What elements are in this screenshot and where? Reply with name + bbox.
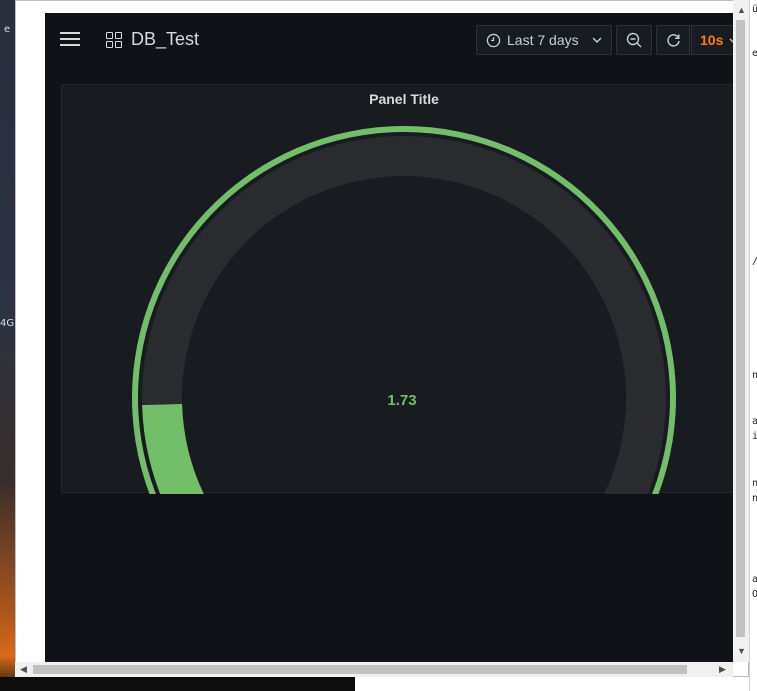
scroll-right-arrow-icon[interactable]: ▶	[719, 664, 726, 674]
editor-text-fragment: i	[752, 431, 757, 442]
gauge-value-arc	[142, 404, 204, 494]
editor-text-fragment: er	[752, 48, 757, 59]
editor-text-fragment: n	[752, 478, 757, 489]
chevron-down-icon	[592, 37, 602, 43]
refresh-icon	[667, 34, 680, 47]
gauge-panel[interactable]: Panel Title 1.73	[61, 84, 733, 494]
desktop-background: e 4G	[0, 0, 15, 691]
desktop-text-fragment: e	[4, 24, 11, 35]
dashboard-viewport: DB_Test Last 7 days 10s Panel Title 1.73	[45, 13, 733, 662]
hamburger-menu-icon[interactable]	[60, 32, 80, 48]
editor-text-fragment: ü	[752, 4, 757, 15]
vertical-scroll-thumb[interactable]	[736, 20, 745, 637]
editor-text-fragment: /	[752, 256, 757, 267]
editor-text-fragment: n	[752, 493, 757, 504]
desktop-text-fragment: 4G	[0, 318, 15, 329]
scroll-up-arrow-icon[interactable]: ▲	[737, 5, 746, 15]
gauge-chart	[132, 126, 676, 494]
editor-text-fragment: n	[752, 370, 757, 381]
clock-icon	[486, 33, 501, 48]
background-editor-window: ü er / n a i n n a O	[749, 0, 757, 691]
zoom-out-button[interactable]	[616, 25, 652, 55]
refresh-interval-label: 10s	[700, 32, 724, 48]
horizontal-scroll-thumb[interactable]	[33, 665, 687, 674]
gauge-threshold-arc	[132, 126, 676, 494]
vertical-scrollbar[interactable]: ▲ ▼	[733, 0, 749, 662]
gauge-value: 1.73	[387, 392, 417, 409]
refresh-interval-picker[interactable]: 10s	[691, 25, 733, 55]
desktop-taskbar-strip	[0, 677, 355, 691]
editor-text-fragment: O	[752, 589, 757, 600]
time-range-picker[interactable]: Last 7 days	[476, 25, 612, 55]
dashboard-grid-icon	[106, 32, 122, 48]
editor-text-fragment: a	[752, 416, 757, 427]
horizontal-scrollbar[interactable]: ◀ ▶	[15, 662, 733, 677]
scroll-down-arrow-icon[interactable]: ▼	[737, 646, 746, 656]
background-window-strip	[355, 677, 757, 691]
zoom-out-icon	[626, 32, 642, 48]
editor-text-fragment: a	[752, 574, 757, 585]
dashboard-navbar: DB_Test Last 7 days 10s	[45, 13, 733, 67]
gauge-track	[142, 136, 666, 494]
time-range-label: Last 7 days	[507, 32, 579, 48]
refresh-button[interactable]	[656, 25, 690, 55]
dashboard-title[interactable]: DB_Test	[131, 29, 199, 50]
scroll-left-arrow-icon[interactable]: ◀	[20, 664, 27, 674]
